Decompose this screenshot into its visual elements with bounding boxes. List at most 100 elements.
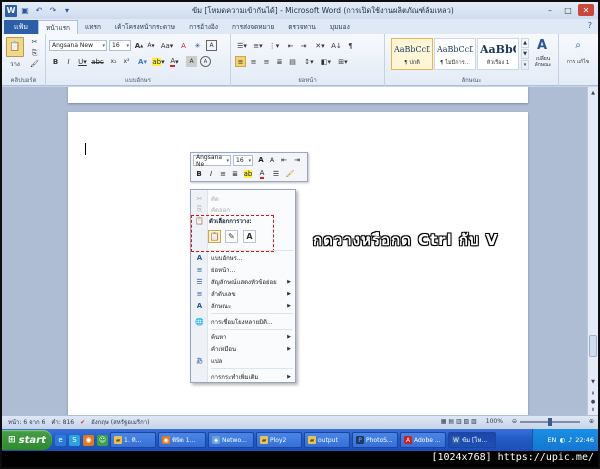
sort-icon[interactable]: A↓ xyxy=(331,40,342,51)
taskbar-task-4[interactable]: ▰ Ploy2 xyxy=(256,432,302,448)
grow-font-icon[interactable]: A ▲ xyxy=(134,40,144,51)
editing-label[interactable]: การ แก้ไข xyxy=(563,55,593,69)
underline-icon[interactable]: U▾ xyxy=(76,56,89,67)
zoom-out-icon[interactable]: ⊖ xyxy=(512,418,517,425)
cut-icon[interactable]: ✂ xyxy=(29,37,40,47)
character-shading-icon[interactable]: A xyxy=(186,56,197,67)
text-effects-icon[interactable]: A▾ xyxy=(136,56,149,67)
tray-volume-icon[interactable]: ♪ xyxy=(568,436,572,444)
align-left-icon[interactable]: ≡ xyxy=(235,56,246,67)
phonetic-guide-icon[interactable]: ✳ xyxy=(192,40,203,51)
taskbar-task-5[interactable]: ▰ output xyxy=(304,432,350,448)
font-size-box[interactable]: 16 ▾ xyxy=(109,40,131,51)
customize-qat-icon[interactable]: ▾ xyxy=(61,5,73,17)
zoom-in-icon[interactable]: ⊕ xyxy=(589,418,594,425)
mini-distributed-icon[interactable]: ≣ xyxy=(230,169,240,179)
line-spacing-icon[interactable]: ↕▾ xyxy=(302,56,316,67)
menu-item-numbering[interactable]: ≡ ลำดับเลข ▶ xyxy=(191,288,295,299)
tab-file[interactable]: แฟ้ม xyxy=(4,20,38,34)
clock[interactable]: 22:46 xyxy=(575,436,594,444)
mini-italic-icon[interactable]: I xyxy=(206,169,216,179)
bold-icon[interactable]: B xyxy=(50,56,61,67)
mini-decrease-indent-icon[interactable]: ⇤ xyxy=(279,155,289,165)
close-icon[interactable]: ✕ xyxy=(578,4,594,16)
proofing-icon[interactable]: ✔ xyxy=(80,419,85,426)
undo-icon[interactable]: ↶ xyxy=(33,5,45,17)
zoom-slider-knob[interactable] xyxy=(547,417,552,426)
taskbar-task-word[interactable]: W ข้ม [โห... xyxy=(448,432,496,448)
scroll-thumb[interactable] xyxy=(589,335,597,357)
shrink-font-icon[interactable]: A ▼ xyxy=(146,40,156,51)
style-heading-1[interactable]: AaBbC หัวเรื่อง 1 xyxy=(477,38,519,70)
word-count[interactable]: คำ: 816 xyxy=(51,417,74,427)
italic-icon[interactable]: I xyxy=(63,56,74,67)
menu-item-synonyms[interactable]: คำเหมือน ▶ xyxy=(191,343,295,354)
paste-keep-text-only-icon[interactable]: A xyxy=(243,230,256,243)
word-logo-icon[interactable]: W xyxy=(5,4,17,17)
help-icon[interactable]: ? xyxy=(588,21,592,30)
page-count[interactable]: หน้า: 6 จาก 6 xyxy=(8,417,45,427)
mini-font-size-box[interactable]: 16 ▾ xyxy=(233,155,253,166)
distributed-icon[interactable]: ✕▾ xyxy=(313,40,327,51)
mini-increase-indent-icon[interactable]: ⇥ xyxy=(292,155,302,165)
paste-keep-source-formatting-icon[interactable]: 📋 xyxy=(208,230,221,243)
vertical-scrollbar[interactable]: ▲ ▼ ⇞ ● ⇟ xyxy=(587,87,598,415)
minimize-icon[interactable]: – xyxy=(542,4,558,16)
borders-icon[interactable]: ⊞▾ xyxy=(336,56,350,67)
thai-distributed-icon[interactable]: ▤ xyxy=(287,56,298,67)
mini-align-center-icon[interactable]: ≡ xyxy=(218,169,228,179)
mini-grow-font-icon[interactable]: A xyxy=(256,155,266,165)
mini-bullets-icon[interactable]: ☰ xyxy=(271,169,281,179)
start-button[interactable]: ⊞ start xyxy=(2,430,52,450)
styles-scroll-up-icon[interactable]: ▲ xyxy=(521,38,529,48)
decrease-indent-icon[interactable]: ⇤ xyxy=(285,40,296,51)
align-center-icon[interactable]: ≡ xyxy=(248,56,259,67)
subscript-icon[interactable]: x₂ xyxy=(108,56,119,67)
menu-item-look-up[interactable]: ค้นหา ▶ xyxy=(191,331,295,342)
tab-mailings[interactable]: การส่งจดหมาย xyxy=(225,20,281,34)
justify-icon[interactable]: ≣ xyxy=(274,56,285,67)
mini-font-color-icon[interactable]: A xyxy=(257,169,267,179)
redo-icon[interactable]: ↷ xyxy=(47,5,59,17)
mini-highlight-icon[interactable]: ab xyxy=(243,169,253,179)
styles-more-icon[interactable]: ▾ xyxy=(521,60,529,70)
next-page-icon[interactable]: ⇟ xyxy=(588,405,598,414)
zoom-level[interactable]: 100% xyxy=(486,418,503,425)
tab-page-layout[interactable]: เค้าโครงหน้ากระดาษ xyxy=(108,20,182,34)
change-case-icon[interactable]: Aa▾ xyxy=(160,40,174,51)
clear-formatting-icon[interactable]: A xyxy=(178,40,189,51)
zoom-slider[interactable] xyxy=(519,417,580,426)
maximize-icon[interactable]: □ xyxy=(560,4,576,16)
change-styles-icon[interactable]: A xyxy=(533,37,551,53)
tray-network-icon[interactable]: ◐ xyxy=(559,436,565,444)
view-buttons[interactable]: ▦ ▤ ▥ ▧ ▨ xyxy=(441,418,477,425)
highlight-icon[interactable]: ab ▾ xyxy=(152,56,165,67)
scroll-up-icon[interactable]: ▲ xyxy=(588,88,598,97)
mini-bold-icon[interactable]: B xyxy=(194,169,204,179)
format-painter-icon[interactable]: 🖌 xyxy=(29,59,40,69)
tab-home[interactable]: หน้าแรก xyxy=(38,20,78,34)
taskbar-task-7[interactable]: A Adobe ... xyxy=(400,432,446,448)
mini-shrink-font-icon[interactable]: A xyxy=(267,155,277,165)
menu-item-translate[interactable]: あ แปล xyxy=(191,355,295,366)
tab-review[interactable]: ตรวจทาน xyxy=(281,20,323,34)
shading-icon[interactable]: ◧▾ xyxy=(319,56,333,67)
paste-icon[interactable]: 📋 xyxy=(6,37,24,57)
paste-button-label[interactable]: วาง xyxy=(4,59,26,68)
taskbar-task-2[interactable]: ◉ พิษิด 1... xyxy=(158,432,206,448)
taskbar-task-6[interactable]: P PhotoS... xyxy=(352,432,398,448)
multilevel-list-icon[interactable]: ⋮▾ xyxy=(267,40,281,51)
font-name-box[interactable]: Angsana New ▾ xyxy=(49,40,107,51)
superscript-icon[interactable]: x² xyxy=(121,56,132,67)
character-border-icon[interactable]: A xyxy=(206,40,217,51)
skype-icon[interactable]: S xyxy=(69,434,80,446)
menu-item-additional-actions[interactable]: การกระทำเพิ่มเติม ▶ xyxy=(191,371,295,382)
styles-scroll-down-icon[interactable]: ▼ xyxy=(521,49,529,59)
font-color-icon[interactable]: A ▾ xyxy=(168,56,181,67)
ie-icon[interactable]: e xyxy=(55,434,66,446)
style-normal[interactable]: AaBbCcDc ¶ ปกติ xyxy=(391,38,433,70)
copy-icon[interactable]: ⎘ xyxy=(29,48,40,58)
style-no-spacing[interactable]: AaBbCcDc ¶ ไม่มีการ... xyxy=(434,38,476,70)
menu-item-font[interactable]: A แบบอักษร... xyxy=(191,252,295,263)
taskbar-task-3[interactable]: ◈ Netwo... xyxy=(208,432,254,448)
